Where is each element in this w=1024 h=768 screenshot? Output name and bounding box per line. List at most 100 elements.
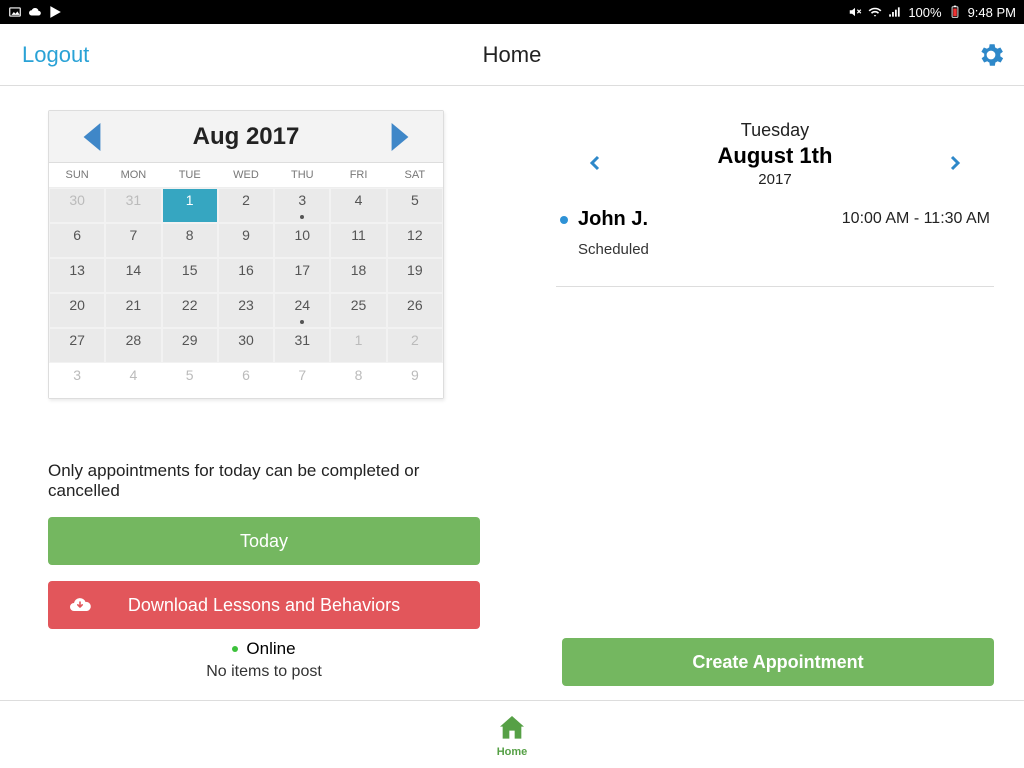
event-dot-icon bbox=[300, 320, 304, 324]
calendar-day[interactable]: 7 bbox=[274, 363, 330, 398]
calendar-dow: SAT bbox=[387, 163, 443, 188]
calendar-day[interactable]: 23 bbox=[218, 293, 274, 328]
calendar-dow: MON bbox=[105, 163, 161, 188]
calendar-day[interactable]: 25 bbox=[330, 293, 386, 328]
calendar-day[interactable]: 15 bbox=[162, 258, 218, 293]
day-date: August 1th bbox=[718, 143, 833, 169]
calendar-day[interactable]: 29 bbox=[162, 328, 218, 363]
chevron-right-icon bbox=[946, 150, 964, 176]
day-year: 2017 bbox=[718, 171, 833, 188]
calendar-day[interactable]: 17 bbox=[274, 258, 330, 293]
calendar-day[interactable]: 5 bbox=[387, 188, 443, 223]
calendar-day[interactable]: 5 bbox=[162, 363, 218, 398]
bottom-nav: Home bbox=[0, 700, 1024, 768]
nav-home[interactable]: Home bbox=[496, 712, 528, 758]
calendar-day[interactable]: 8 bbox=[330, 363, 386, 398]
cloud-icon bbox=[28, 5, 42, 19]
notice-text: Only appointments for today can be compl… bbox=[48, 461, 486, 501]
gear-icon bbox=[976, 40, 1006, 70]
calendar-day[interactable]: 3 bbox=[49, 363, 105, 398]
calendar-day[interactable]: 6 bbox=[49, 223, 105, 258]
calendar: Aug 2017 SUNMONTUEWEDTHUFRISAT 303112345… bbox=[48, 110, 444, 399]
calendar-day[interactable]: 11 bbox=[330, 223, 386, 258]
no-items-label: No items to post bbox=[48, 663, 480, 681]
event-dot-icon bbox=[300, 215, 304, 219]
today-button-label: Today bbox=[240, 531, 288, 552]
calendar-day[interactable]: 21 bbox=[105, 293, 161, 328]
home-icon bbox=[496, 712, 528, 744]
calendar-prev-button[interactable] bbox=[83, 123, 101, 151]
battery-icon bbox=[948, 5, 962, 19]
calendar-day[interactable]: 27 bbox=[49, 328, 105, 363]
calendar-day[interactable]: 2 bbox=[218, 188, 274, 223]
status-bar: 100% 9:48 PM bbox=[0, 0, 1024, 24]
wifi-icon bbox=[868, 5, 882, 19]
calendar-dow: THU bbox=[274, 163, 330, 188]
day-name: Tuesday bbox=[718, 120, 833, 141]
calendar-day[interactable]: 1 bbox=[330, 328, 386, 363]
chevron-left-icon bbox=[586, 150, 604, 176]
right-column: Tuesday August 1th 2017 John J. Schedule… bbox=[516, 86, 1024, 700]
divider bbox=[556, 286, 994, 287]
settings-button[interactable] bbox=[976, 40, 1006, 70]
calendar-month-label: Aug 2017 bbox=[193, 123, 300, 151]
calendar-day[interactable]: 24 bbox=[274, 293, 330, 328]
calendar-day[interactable]: 20 bbox=[49, 293, 105, 328]
app-header: Logout Home bbox=[0, 24, 1024, 86]
day-navigator: Tuesday August 1th 2017 bbox=[556, 110, 994, 198]
calendar-day[interactable]: 14 bbox=[105, 258, 161, 293]
calendar-day[interactable]: 4 bbox=[105, 363, 161, 398]
calendar-day[interactable]: 6 bbox=[218, 363, 274, 398]
appointment-name: John J. bbox=[578, 208, 842, 231]
chevron-left-icon bbox=[83, 123, 101, 151]
appointment-status: Scheduled bbox=[578, 241, 842, 258]
calendar-dow: WED bbox=[218, 163, 274, 188]
create-appointment-label: Create Appointment bbox=[692, 652, 863, 673]
logout-link[interactable]: Logout bbox=[22, 42, 89, 68]
calendar-day[interactable]: 9 bbox=[218, 223, 274, 258]
calendar-dow: TUE bbox=[162, 163, 218, 188]
calendar-dow: SUN bbox=[49, 163, 105, 188]
play-icon bbox=[48, 5, 62, 19]
appointment-time: 10:00 AM - 11:30 AM bbox=[842, 208, 990, 228]
nav-home-label: Home bbox=[497, 746, 528, 758]
calendar-dow: FRI bbox=[330, 163, 386, 188]
calendar-day[interactable]: 31 bbox=[274, 328, 330, 363]
today-button[interactable]: Today bbox=[48, 517, 480, 565]
online-dot-icon bbox=[232, 646, 238, 652]
calendar-day[interactable]: 19 bbox=[387, 258, 443, 293]
calendar-day[interactable]: 30 bbox=[218, 328, 274, 363]
calendar-day[interactable]: 4 bbox=[330, 188, 386, 223]
chevron-right-icon bbox=[391, 123, 409, 151]
calendar-day[interactable]: 28 bbox=[105, 328, 161, 363]
create-appointment-button[interactable]: Create Appointment bbox=[562, 638, 994, 686]
mute-icon bbox=[848, 5, 862, 19]
calendar-day[interactable]: 13 bbox=[49, 258, 105, 293]
calendar-day[interactable]: 1 bbox=[162, 188, 218, 223]
calendar-header: Aug 2017 bbox=[49, 111, 443, 163]
download-button-label: Download Lessons and Behaviors bbox=[128, 595, 400, 616]
clock-time: 9:48 PM bbox=[968, 5, 1016, 20]
calendar-day[interactable]: 31 bbox=[105, 188, 161, 223]
calendar-next-button[interactable] bbox=[391, 123, 409, 151]
calendar-day[interactable]: 2 bbox=[387, 328, 443, 363]
calendar-day[interactable]: 7 bbox=[105, 223, 161, 258]
download-button[interactable]: Download Lessons and Behaviors bbox=[48, 581, 480, 629]
calendar-day[interactable]: 26 bbox=[387, 293, 443, 328]
calendar-day[interactable]: 8 bbox=[162, 223, 218, 258]
day-next-button[interactable] bbox=[946, 150, 964, 176]
calendar-day[interactable]: 16 bbox=[218, 258, 274, 293]
calendar-day[interactable]: 12 bbox=[387, 223, 443, 258]
signal-icon bbox=[888, 5, 902, 19]
calendar-day[interactable]: 22 bbox=[162, 293, 218, 328]
appointment-bullet-icon bbox=[560, 216, 568, 224]
calendar-day[interactable]: 3 bbox=[274, 188, 330, 223]
image-icon bbox=[8, 5, 22, 19]
calendar-day[interactable]: 18 bbox=[330, 258, 386, 293]
calendar-day[interactable]: 9 bbox=[387, 363, 443, 398]
calendar-day[interactable]: 30 bbox=[49, 188, 105, 223]
day-prev-button[interactable] bbox=[586, 150, 604, 176]
appointment-item[interactable]: John J. Scheduled 10:00 AM - 11:30 AM bbox=[556, 202, 994, 264]
calendar-day[interactable]: 10 bbox=[274, 223, 330, 258]
online-status: Online No items to post bbox=[48, 639, 480, 681]
